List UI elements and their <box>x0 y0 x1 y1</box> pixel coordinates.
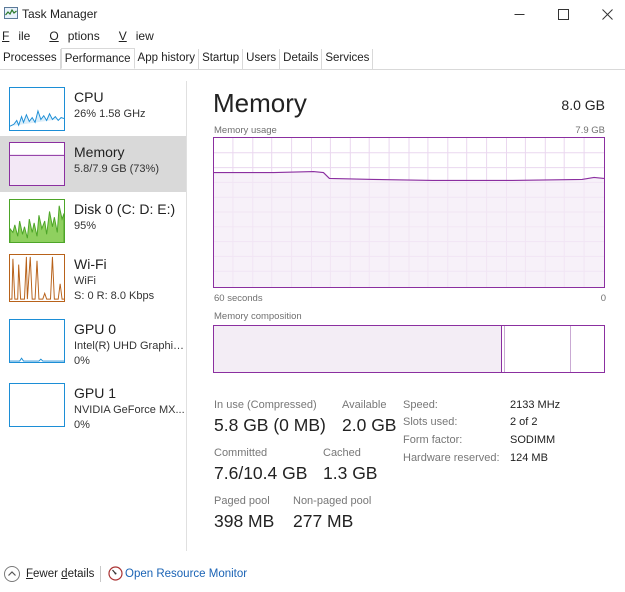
form-factor-label: Form factor: <box>403 434 463 446</box>
sidebar-item-detail: NVIDIA GeForce MX... <box>74 404 185 416</box>
sidebar-item-label: Memory <box>74 144 125 160</box>
tab-processes[interactable]: Processes <box>0 49 61 69</box>
composition-in-use <box>214 326 502 372</box>
sidebar-item-cpu[interactable]: CPU 26% 1.58 GHz <box>0 81 186 137</box>
in-use-label: In use (Compressed) <box>214 399 317 411</box>
tab-strip: Processes Performance App history Startu… <box>0 48 625 70</box>
close-icon <box>601 8 613 20</box>
menu-file[interactable]: File <box>1 29 39 45</box>
speed-label: Speed: <box>403 399 438 411</box>
gpu-graph-icon <box>9 383 65 427</box>
menu-view[interactable]: View <box>118 29 163 45</box>
composition-modified <box>504 326 505 372</box>
title-bar: Task Manager <box>0 0 625 28</box>
nonpaged-pool-label: Non-paged pool <box>293 495 372 507</box>
cpu-graph-icon <box>9 87 65 131</box>
wifi-graph-icon <box>9 254 65 302</box>
available-label: Available <box>342 399 387 411</box>
sidebar-item-detail: 95% <box>74 220 97 232</box>
graph-time-end: 0 <box>600 293 606 304</box>
task-manager-icon <box>4 7 18 19</box>
sidebar-item-detail: 5.8/7.9 GB (73%) <box>74 163 159 175</box>
memory-composition-bar <box>213 325 605 373</box>
footer-bar: Fewer details Open Resource Monitor <box>0 560 625 588</box>
fewer-details-button[interactable]: Fewer details <box>26 568 94 580</box>
sidebar-item-wifi[interactable]: Wi-Fi WiFi S: 0 R: 8.0 Kbps <box>0 254 186 314</box>
hardware-reserved-value: 124 MB <box>510 452 548 464</box>
tab-users[interactable]: Users <box>243 49 281 69</box>
sidebar-item-usage: 0% <box>74 419 90 431</box>
sidebar-item-label: Wi-Fi <box>74 256 107 272</box>
tab-app-history[interactable]: App history <box>134 49 200 69</box>
sidebar-item-usage: 0% <box>74 355 90 367</box>
tab-details[interactable]: Details <box>280 49 323 69</box>
window-title: Task Manager <box>22 7 98 21</box>
paged-pool-value: 398 MB <box>214 511 275 531</box>
committed-label: Committed <box>214 447 268 459</box>
gpu-graph-icon <box>9 319 65 363</box>
sidebar-item-gpu0[interactable]: GPU 0 Intel(R) UHD Graphic... 0% <box>0 319 186 379</box>
slots-used-value: 2 of 2 <box>510 416 538 428</box>
disk-graph-icon <box>9 199 65 243</box>
form-factor-value: SODIMM <box>510 434 556 446</box>
composition-standby <box>570 326 571 372</box>
sidebar-item-detail: WiFi <box>74 275 96 287</box>
hardware-reserved-label: Hardware reserved: <box>403 452 500 464</box>
memory-total: 8.0 GB <box>561 97 605 113</box>
memory-graph-icon <box>9 142 65 186</box>
memory-usage-label: Memory usage <box>214 125 277 136</box>
footer-divider <box>100 566 101 582</box>
speed-value: 2133 MHz <box>510 399 561 411</box>
chevron-up-glyph <box>8 571 16 576</box>
graph-time-start: 60 seconds <box>214 293 263 304</box>
open-resource-monitor-link[interactable]: Open Resource Monitor <box>125 568 247 580</box>
sidebar-item-disk[interactable]: Disk 0 (C: D: E:) 95% <box>0 199 186 255</box>
maximize-button[interactable] <box>540 0 586 28</box>
minimize-button[interactable] <box>496 0 542 28</box>
slots-used-label: Slots used: <box>403 416 458 428</box>
sidebar-item-label: CPU <box>74 89 104 105</box>
menu-options[interactable]: Options <box>48 29 108 45</box>
tab-services[interactable]: Services <box>322 49 374 69</box>
available-value: 2.0 GB <box>342 415 397 435</box>
sidebar-item-gpu1[interactable]: GPU 1 NVIDIA GeForce MX... 0% <box>0 383 186 443</box>
sidebar-item-detail: 26% 1.58 GHz <box>74 108 146 120</box>
sidebar-item-detail: Intel(R) UHD Graphic... <box>74 340 186 352</box>
resource-monitor-icon <box>108 566 123 581</box>
tab-performance[interactable]: Performance <box>60 48 135 69</box>
sidebar-item-label: Disk 0 (C: D: E:) <box>74 201 176 217</box>
maximize-icon <box>557 8 569 20</box>
chevron-up-icon[interactable] <box>4 566 20 582</box>
sidebar-item-label: GPU 1 <box>74 385 117 401</box>
nonpaged-pool-value: 277 MB <box>293 511 354 531</box>
page-title: Memory <box>213 88 307 118</box>
menu-bar: File Options View <box>0 29 172 45</box>
performance-sidebar: CPU 26% 1.58 GHz Memory 5.8/7.9 GB (73%)… <box>0 81 187 551</box>
memory-usage-graph <box>213 137 605 288</box>
in-use-value: 5.8 GB (0 MB) <box>214 415 326 435</box>
tab-startup[interactable]: Startup <box>199 49 244 69</box>
memory-usage-max: 7.9 GB <box>575 125 605 136</box>
cached-label: Cached <box>323 447 361 459</box>
memory-composition-label: Memory composition <box>214 311 302 322</box>
sidebar-item-label: GPU 0 <box>74 321 117 337</box>
committed-value: 7.6/10.4 GB <box>214 463 308 483</box>
sidebar-item-memory[interactable]: Memory 5.8/7.9 GB (73%) <box>0 136 186 192</box>
close-button[interactable] <box>584 0 625 28</box>
cached-value: 1.3 GB <box>323 463 378 483</box>
sidebar-item-throughput: S: 0 R: 8.0 Kbps <box>74 290 155 302</box>
minimize-icon <box>514 13 524 15</box>
paged-pool-label: Paged pool <box>214 495 270 507</box>
